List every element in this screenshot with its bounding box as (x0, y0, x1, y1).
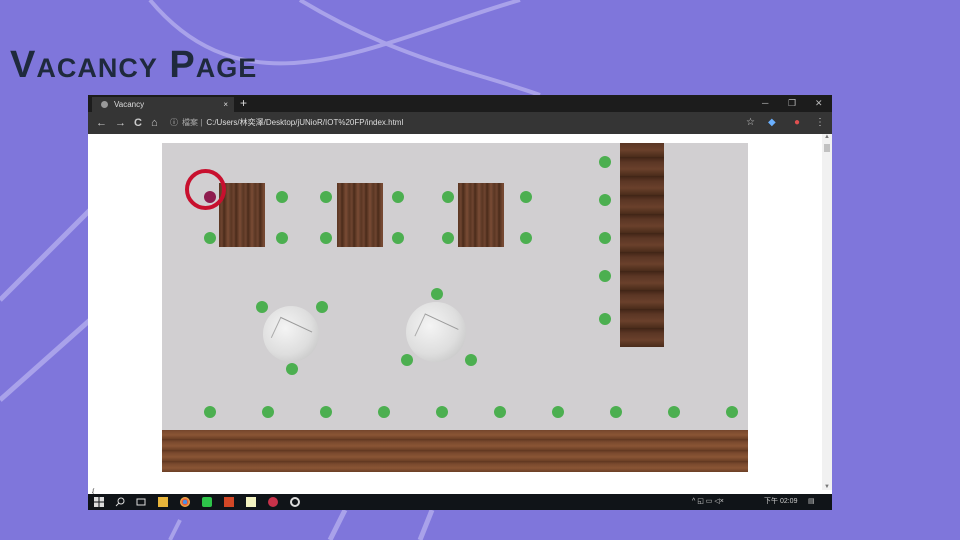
seat[interactable] (442, 191, 454, 203)
url-text: C:/Users/林奕澤/Desktop/jUNioR/IOT%20FP/ind… (206, 118, 404, 127)
round-table-2 (406, 302, 466, 362)
page-viewport (88, 134, 822, 490)
powerpoint-icon[interactable] (224, 497, 234, 507)
seat[interactable] (599, 232, 611, 244)
scroll-up-icon[interactable]: ▲ (824, 134, 830, 140)
bookmark-star-icon[interactable]: ☆ (746, 115, 755, 131)
search-icon[interactable] (115, 497, 125, 507)
forward-icon[interactable]: → (115, 115, 126, 131)
restore-button[interactable]: ❐ (788, 95, 796, 111)
slide-title: Vacancy Page (10, 44, 258, 86)
round-table-1 (263, 306, 319, 362)
globe-icon (101, 101, 108, 108)
seat[interactable] (320, 191, 332, 203)
settings-gear-icon[interactable] (290, 497, 300, 507)
table-3 (458, 183, 504, 247)
seat[interactable] (599, 156, 611, 168)
seat[interactable] (431, 288, 443, 300)
scroll-thumb[interactable] (824, 144, 830, 152)
seat[interactable] (442, 232, 454, 244)
seat[interactable] (262, 406, 274, 418)
taskbar: ^ ◱ ▭ ◁× 下午 02:09 ▤ (88, 494, 832, 510)
url-scheme: 檔案 | (182, 118, 203, 127)
line-app-icon[interactable] (202, 497, 212, 507)
occupied-highlight-ring (185, 169, 226, 210)
seat[interactable] (520, 191, 532, 203)
clock[interactable]: 下午 02:09 (764, 494, 797, 510)
seat[interactable] (436, 406, 448, 418)
tab-vacancy[interactable]: Vacancy × (92, 97, 234, 112)
minimize-button[interactable]: ─ (762, 95, 768, 111)
scroll-down-icon[interactable]: ▼ (824, 484, 830, 490)
menu-icon[interactable]: ⋮ (815, 115, 825, 131)
seat[interactable] (726, 406, 738, 418)
address-bar: ← → C ⌂ ⓘ 檔案 | C:/Users/林奕澤/Desktop/jUNioR… (88, 112, 832, 134)
table-2 (337, 183, 383, 247)
bar-counter (162, 430, 748, 472)
close-window-button[interactable]: ✕ (815, 95, 823, 111)
profile-avatar[interactable]: ● (794, 115, 800, 131)
tab-title: Vacancy (114, 100, 145, 109)
seat[interactable] (378, 406, 390, 418)
notification-icon[interactable]: ▤ (808, 494, 815, 510)
seat[interactable] (668, 406, 680, 418)
browser-window: Vacancy × + ─ ❐ ✕ ← → C ⌂ ⓘ 檔案 | C:/Users/… (88, 95, 832, 510)
seat[interactable] (320, 406, 332, 418)
tab-close-icon[interactable]: × (223, 97, 228, 112)
file-explorer-icon[interactable] (158, 497, 168, 507)
app-icon[interactable] (268, 497, 278, 507)
notepad-icon[interactable] (246, 497, 256, 507)
seat[interactable] (256, 301, 268, 313)
seat[interactable] (494, 406, 506, 418)
seat[interactable] (320, 232, 332, 244)
seat[interactable] (599, 270, 611, 282)
seat[interactable] (316, 301, 328, 313)
seat[interactable] (520, 232, 532, 244)
back-icon[interactable]: ← (96, 115, 107, 131)
home-icon[interactable]: ⌂ (151, 115, 158, 131)
chrome-icon[interactable] (180, 497, 190, 507)
extension-icon[interactable]: ◆ (768, 115, 776, 131)
tab-bar: Vacancy × + ─ ❐ ✕ (88, 95, 832, 112)
seat[interactable] (465, 354, 477, 366)
info-icon[interactable]: ⓘ (170, 118, 178, 127)
task-view-icon[interactable] (136, 497, 146, 507)
vertical-scrollbar[interactable]: ▲ ▼ (822, 134, 832, 490)
seat[interactable] (401, 354, 413, 366)
seat[interactable] (392, 191, 404, 203)
seat[interactable] (599, 194, 611, 206)
seat[interactable] (204, 232, 216, 244)
seat[interactable] (286, 363, 298, 375)
table-1 (219, 183, 265, 247)
long-counter (620, 143, 664, 347)
reload-icon[interactable]: C (134, 115, 142, 131)
windows-start-icon[interactable] (94, 497, 104, 507)
seat[interactable] (552, 406, 564, 418)
new-tab-button[interactable]: + (240, 95, 247, 111)
seat[interactable] (610, 406, 622, 418)
seat[interactable] (276, 232, 288, 244)
tray-icons[interactable]: ^ ◱ ▭ ◁× (692, 494, 724, 510)
seat[interactable] (276, 191, 288, 203)
url-field[interactable]: ⓘ 檔案 | C:/Users/林奕澤/Desktop/jUNioR/IOT%20F… (170, 115, 726, 131)
seat[interactable] (599, 313, 611, 325)
seat[interactable] (392, 232, 404, 244)
seat[interactable] (204, 406, 216, 418)
